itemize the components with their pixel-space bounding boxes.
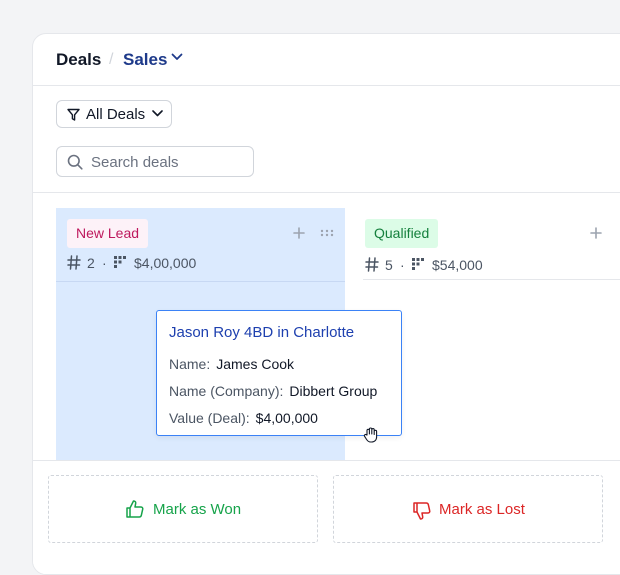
deals-window: Deals / Sales All Deals New Lead: [32, 33, 620, 575]
drag-handle-icon[interactable]: [320, 229, 334, 237]
stage-tag: Qualified: [365, 219, 439, 248]
search-icon: [67, 154, 83, 170]
all-deals-filter-button[interactable]: All Deals: [56, 100, 172, 128]
card-field-value: Value (Deal): $4,00,000: [169, 410, 318, 426]
deal-amount: $4,00,000: [134, 255, 197, 271]
deal-title[interactable]: Jason Roy 4BD in Charlotte: [169, 324, 354, 341]
filter-icon: [67, 108, 80, 121]
divider: [56, 281, 345, 282]
stats-dot: ·: [400, 257, 405, 273]
hash-icon: [67, 255, 81, 270]
kanban-icon: [412, 258, 424, 270]
breadcrumb-deals[interactable]: Deals: [56, 50, 101, 70]
hash-icon: [365, 257, 379, 272]
breadcrumb-separator: /: [109, 51, 114, 68]
field-value: James Cook: [216, 356, 295, 372]
plus-icon[interactable]: [293, 227, 305, 239]
stats-dot: ·: [102, 255, 107, 271]
chevron-down-icon: [152, 110, 163, 117]
field-value: Dibbert Group: [289, 383, 378, 399]
field-value: $4,00,000: [255, 410, 318, 426]
deal-count: 2: [87, 255, 95, 271]
search-input[interactable]: [91, 152, 246, 172]
mark-as-lost-dropzone[interactable]: Mark as Lost: [333, 475, 603, 543]
pipeline-selector[interactable]: Sales: [123, 50, 167, 70]
mark-as-lost-label: Mark as Lost: [439, 501, 525, 518]
divider: [363, 279, 620, 280]
filter-label: All Deals: [86, 106, 146, 123]
field-label: Name:: [169, 356, 211, 372]
chevron-down-icon[interactable]: [171, 53, 183, 61]
grab-cursor-icon: [363, 427, 378, 443]
column-stats: 2 · $4,00,000: [67, 255, 307, 275]
kanban-icon: [114, 256, 126, 268]
stage-tag: New Lead: [67, 219, 149, 248]
thumbs-down-icon: [413, 502, 431, 520]
page-header: Deals / Sales: [33, 34, 620, 86]
divider: [33, 192, 620, 193]
mark-as-won-dropzone[interactable]: Mark as Won: [48, 475, 318, 543]
card-field-name: Name: James Cook: [169, 356, 294, 372]
deal-card[interactable]: Jason Roy 4BD in Charlotte Name: James Co…: [156, 310, 402, 436]
thumbs-up-icon: [126, 500, 144, 518]
drop-zone-footer: Mark as Won Mark as Lost: [33, 460, 620, 574]
deal-count: 5: [385, 257, 393, 273]
field-label: Name (Company):: [169, 383, 284, 399]
field-label: Value (Deal):: [169, 410, 250, 426]
column-stats: 5 · $54,000: [365, 257, 605, 277]
mark-as-won-label: Mark as Won: [153, 501, 242, 518]
plus-icon[interactable]: [590, 227, 602, 239]
deal-amount: $54,000: [432, 257, 483, 273]
card-field-company: Name (Company): Dibbert Group: [169, 383, 377, 399]
search-box: [56, 146, 254, 177]
